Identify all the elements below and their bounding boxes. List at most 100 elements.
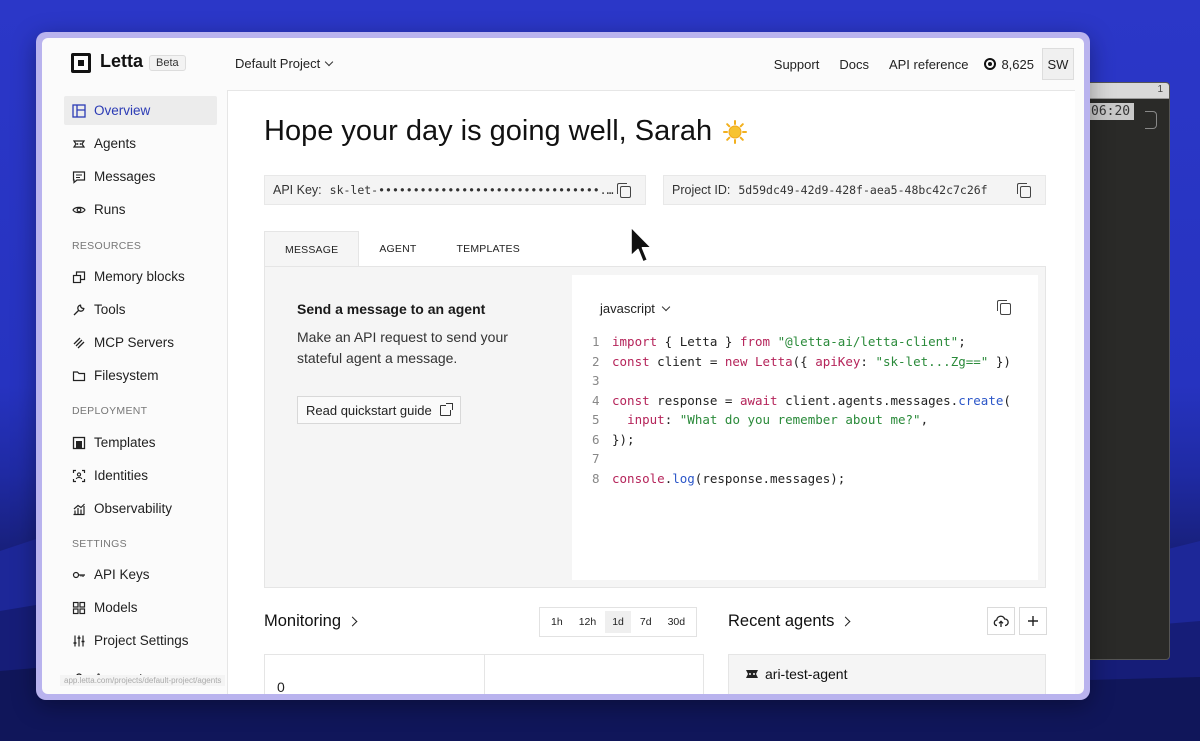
letta-app: Letta Beta Default Project Support Docs … <box>42 38 1084 694</box>
code-line: 4 const response = await client.agents.me… <box>592 392 1011 408</box>
sidebar-item-observability[interactable]: Observability <box>64 494 217 523</box>
recent-agents-title: Recent agents <box>728 612 835 630</box>
project-id-value[interactable]: 5d59dc49-42d9-428f-aea5-48bc42c7c26f <box>738 183 987 197</box>
code-line: 7 <box>592 451 600 466</box>
sidebar-item-label: MCP Servers <box>94 335 175 350</box>
monitoring-value: 0 <box>277 679 285 694</box>
credits-display[interactable]: 8,625 <box>984 57 1034 72</box>
code-line: 3 <box>592 373 600 388</box>
sidebar-item-label: API Keys <box>94 567 150 582</box>
agent-name-row: ari-test-agent <box>745 666 847 682</box>
code-lines: 1 import { Letta } from "@letta-ai/letta-… <box>592 332 1011 488</box>
sidebar-item-templates[interactable]: Templates <box>64 428 217 457</box>
external-link-icon <box>439 403 453 416</box>
sliders-icon <box>73 635 85 646</box>
plus-icon <box>1028 616 1038 626</box>
code-line: 5 input: "What do you remember about me?… <box>592 412 929 427</box>
sidebar-item-label: Models <box>94 600 138 615</box>
sidebar-item-label: Templates <box>94 435 156 450</box>
sidebar-item-label: Overview <box>94 103 151 118</box>
sidebar-item-api-keys[interactable]: API Keys <box>64 560 217 589</box>
user-avatar[interactable]: SW <box>1042 48 1074 80</box>
project-selector[interactable]: Default Project <box>235 56 334 71</box>
panel-title: Send a message to an agent <box>297 301 486 317</box>
chevron-right-icon <box>840 616 851 627</box>
brand-name[interactable]: Letta <box>100 51 143 72</box>
cloud-upload-icon <box>993 615 1009 627</box>
message-icon <box>72 170 86 184</box>
terminal-titlebar: 1 <box>1081 83 1169 99</box>
top-bar: Letta Beta Default Project Support Docs … <box>42 38 1084 90</box>
language-selector[interactable]: javascript <box>600 301 671 316</box>
layout-icon <box>72 103 86 118</box>
range-7d[interactable]: 7d <box>633 611 659 633</box>
chevron-down-icon <box>661 302 671 312</box>
sidebar-item-mcp-servers[interactable]: MCP Servers <box>64 328 217 357</box>
tab-agent[interactable]: AGENT <box>359 231 436 267</box>
agent-icon <box>746 670 758 678</box>
sidebar-item-messages[interactable]: Messages <box>64 162 217 191</box>
sidebar-item-filesystem[interactable]: Filesystem <box>64 361 217 390</box>
mcp-icon <box>73 337 85 348</box>
recent-agent-card[interactable]: ari-test-agent <box>728 654 1046 694</box>
code-line: 6}); <box>592 431 635 447</box>
sidebar-item-project-settings[interactable]: Project Settings <box>64 626 217 655</box>
sidebar-item-label: Runs <box>94 202 126 217</box>
identity-icon <box>72 469 86 482</box>
add-agent-button[interactable] <box>1019 607 1047 635</box>
project-name: Default Project <box>235 56 321 71</box>
section-deployment: DEPLOYMENT <box>72 405 148 417</box>
code-line: 8 console.log(response.messages); <box>592 470 846 486</box>
eye-icon <box>72 206 86 213</box>
sidebar-item-label: Agents <box>94 136 137 151</box>
grid-icon <box>72 601 86 614</box>
range-30d[interactable]: 30d <box>661 611 693 633</box>
monitoring-heading[interactable]: Monitoring <box>264 612 358 631</box>
sidebar-item-label: Observability <box>94 501 173 516</box>
sidebar-item-tools[interactable]: Tools <box>64 295 217 324</box>
code-line: 1 import { Letta } from "@letta-ai/letta-… <box>592 334 966 349</box>
sidebar-item-models[interactable]: Models <box>64 593 217 622</box>
language-name: javascript <box>600 301 655 316</box>
cloud-upload-button[interactable] <box>987 607 1015 635</box>
range-12h[interactable]: 12h <box>572 611 604 633</box>
section-settings: SETTINGS <box>72 538 127 550</box>
sidebar-item-identities[interactable]: Identities <box>64 461 217 490</box>
sidebar-item-label: Identities <box>94 468 149 483</box>
chevron-down-icon <box>325 57 334 67</box>
panel-description: Make an API request to send your statefu… <box>297 329 508 366</box>
sidebar-item-overview[interactable]: Overview <box>64 96 217 125</box>
sidebar-item-runs[interactable]: Runs <box>64 195 217 224</box>
copy-icon[interactable] <box>1017 183 1031 198</box>
main-content: Hope your day is going well, Sarah API K… <box>227 90 1075 694</box>
quickstart-tabs: MESSAGE AGENT TEMPLATES <box>264 231 540 267</box>
api-reference-link[interactable]: API reference <box>889 57 969 72</box>
tab-message[interactable]: MESSAGE <box>264 231 360 267</box>
api-key-value[interactable]: sk-let-••••••••••••••••••••••••••••••••.… <box>330 183 615 197</box>
tab-templates[interactable]: TEMPLATES <box>437 231 540 267</box>
sidebar-item-agents[interactable]: Agents <box>64 129 217 158</box>
copy-icon[interactable] <box>617 183 631 198</box>
letta-logo-icon[interactable] <box>71 53 91 73</box>
page-title: Hope your day is going well, Sarah <box>264 115 748 148</box>
sidebar-item-label: Tools <box>94 302 126 317</box>
recent-agents-heading[interactable]: Recent agents <box>728 612 851 631</box>
terminal-box <box>1145 111 1157 129</box>
copy-code-icon[interactable] <box>997 300 1011 315</box>
beta-badge: Beta <box>149 55 186 71</box>
quickstart-guide-button[interactable]: Read quickstart guide <box>297 396 461 424</box>
tab-panel: Send a message to an agent Make an API r… <box>264 266 1046 588</box>
credits-count: 8,625 <box>1001 56 1034 72</box>
key-icon <box>72 571 85 578</box>
range-1h[interactable]: 1h <box>544 611 570 633</box>
mouse-cursor-icon <box>630 226 653 263</box>
range-1d[interactable]: 1d <box>605 611 631 633</box>
wrench-icon <box>73 303 85 315</box>
project-id-label: Project ID: <box>672 183 731 197</box>
link-hover-status: app.letta.com/projects/default-project/a… <box>60 675 226 686</box>
sidebar-item-memory-blocks[interactable]: Memory blocks <box>64 262 217 291</box>
code-sample: javascript 1 import { Letta } from "@lett… <box>572 275 1038 580</box>
agent-icon <box>72 139 86 148</box>
support-link[interactable]: Support <box>774 57 820 72</box>
docs-link[interactable]: Docs <box>839 57 869 72</box>
